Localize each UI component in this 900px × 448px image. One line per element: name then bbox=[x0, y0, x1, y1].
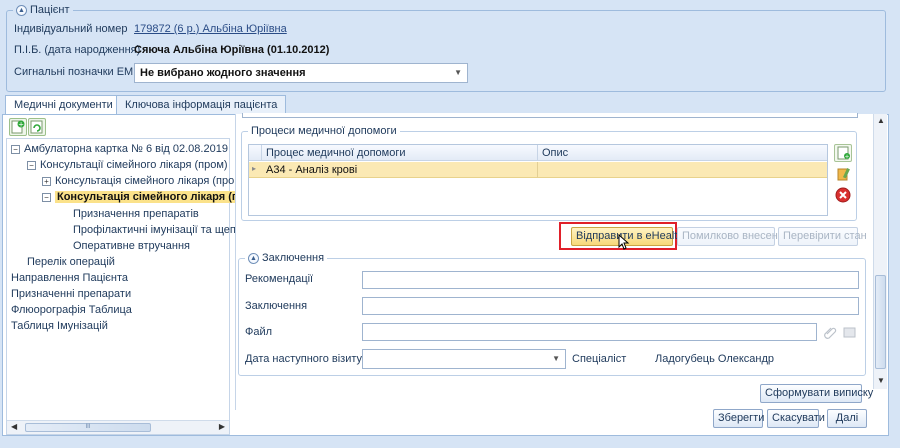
hscroll-thumb[interactable]: III bbox=[25, 423, 151, 432]
add-document-icon[interactable]: + bbox=[9, 118, 27, 136]
scroll-down-icon[interactable]: ▼ bbox=[877, 376, 885, 385]
chevron-down-icon[interactable]: ▼ bbox=[552, 354, 560, 363]
content-vscrollbar[interactable]: ▲ ▼ bbox=[873, 114, 887, 389]
tree-item-consultation-1[interactable]: + Консультація сімейного лікаря (пром bbox=[42, 175, 242, 187]
col-description-header[interactable]: Опис bbox=[542, 147, 568, 159]
refresh-document-icon[interactable] bbox=[28, 118, 46, 136]
attach-file-icon[interactable] bbox=[821, 323, 839, 341]
file-label: Файл bbox=[245, 326, 273, 338]
recommendations-input[interactable] bbox=[362, 271, 859, 289]
row-pointer-icon: ▸ bbox=[252, 164, 257, 173]
specialist-label: Спеціаліст bbox=[572, 353, 627, 365]
patient-name: Сяюча Альбіна Юріївна (01.10.2012) bbox=[134, 44, 330, 56]
col-divider bbox=[537, 145, 538, 161]
delete-process-icon[interactable] bbox=[834, 186, 852, 204]
cut-off-field bbox=[242, 113, 858, 118]
tree-item-ambulatory-card[interactable]: − Амбулаторна картка № 6 від 02.08.2019 bbox=[11, 143, 228, 155]
mistaken-entry-button[interactable]: Помилково внесена bbox=[677, 227, 784, 246]
signal-value: Не вибрано жодного значення bbox=[140, 67, 306, 79]
expand-node-icon[interactable]: + bbox=[42, 176, 51, 186]
conclusion-legend: Заключення bbox=[262, 252, 325, 264]
scroll-up-icon[interactable]: ▲ bbox=[877, 116, 885, 125]
patient-group: ▲ Пацієнт Індивідуальний номер 179872 (6… bbox=[6, 3, 886, 92]
form-extract-button[interactable]: Сформувати виписку bbox=[760, 384, 873, 403]
col-divider bbox=[537, 162, 538, 178]
check-status-button[interactable]: Перевірити стан bbox=[778, 227, 867, 246]
tree-item-prescriptions[interactable]: Призначення препаратів bbox=[73, 208, 199, 220]
tab-medical-documents[interactable]: Медичні документи bbox=[5, 95, 122, 115]
name-label: П.І.Б. (дата народження) bbox=[14, 44, 141, 56]
specialist-value: Ладогубець Олександр bbox=[655, 353, 775, 365]
svg-text:+: + bbox=[18, 121, 24, 129]
row-process-cell: А34 - Аналіз крові bbox=[266, 164, 358, 176]
tree-item-referral[interactable]: Направлення Пацієнта bbox=[11, 272, 128, 284]
cancel-button[interactable]: Скасувати bbox=[767, 409, 825, 428]
recommendations-label: Рекомендації bbox=[245, 273, 314, 285]
grid-row-indicator-header bbox=[249, 145, 262, 161]
id-label: Індивідуальний номер bbox=[14, 23, 128, 35]
tree-item-immunizations[interactable]: Профілактичні імунізації та щепле bbox=[73, 224, 248, 236]
next-button[interactable]: Далі bbox=[827, 409, 867, 428]
signal-select[interactable]: Не вибрано жодного значення ▼ bbox=[134, 63, 468, 83]
vscroll-thumb[interactable] bbox=[875, 275, 886, 369]
edit-process-icon[interactable] bbox=[834, 165, 852, 183]
patient-id-link[interactable]: 179872 (6 р.) Альбіна Юріївна bbox=[134, 23, 287, 35]
collapse-node-icon[interactable]: − bbox=[11, 144, 20, 154]
save-file-icon[interactable] bbox=[840, 323, 858, 341]
processes-legend: Процеси медичної допомоги bbox=[248, 124, 400, 138]
tree-hscrollbar[interactable]: ◀ III ▶ bbox=[7, 420, 229, 434]
tree-item-immunization-table[interactable]: Таблиця Імунізацій bbox=[11, 320, 108, 332]
tree-item-consultations[interactable]: − Консультації сімейного лікаря (пром) bbox=[27, 159, 228, 171]
tab-key-info[interactable]: Ключова інформація пацієнта bbox=[116, 95, 287, 114]
collapse-node-icon[interactable]: − bbox=[27, 160, 36, 170]
patient-legend: Пацієнт bbox=[30, 4, 70, 16]
save-button[interactable]: Зберегти bbox=[713, 409, 764, 428]
processes-grid: Процес медичної допомоги Опис ▸ А34 - Ан… bbox=[248, 144, 828, 216]
grid-header: Процес медичної допомоги Опис bbox=[249, 145, 827, 161]
signal-label: Сигнальні позначки ЕМК bbox=[14, 66, 140, 78]
tree-item-fluorography[interactable]: Флюорографія Таблица bbox=[11, 304, 132, 316]
tree-item-prescribed-drugs[interactable]: Призначенні препарати bbox=[11, 288, 131, 300]
col-process-header[interactable]: Процес медичної допомоги bbox=[266, 147, 405, 159]
next-visit-date[interactable]: ▼ bbox=[362, 349, 566, 369]
tree-item-consultation-selected[interactable]: − Консультація сімейного лікаря (пр bbox=[42, 191, 248, 203]
collapse-icon[interactable]: ▲ bbox=[16, 4, 27, 16]
table-row[interactable]: ▸ А34 - Аналіз крові bbox=[249, 162, 827, 178]
scroll-left-icon[interactable]: ◀ bbox=[11, 422, 17, 431]
cursor-icon bbox=[618, 234, 630, 250]
add-process-icon[interactable]: + bbox=[834, 144, 852, 162]
conclusion-input[interactable] bbox=[362, 297, 859, 315]
file-input[interactable] bbox=[362, 323, 817, 341]
svg-text:+: + bbox=[844, 153, 849, 160]
processes-group: Процеси медичної допомоги Процес медично… bbox=[241, 124, 857, 221]
chevron-down-icon: ▼ bbox=[454, 68, 462, 77]
document-tree: − Амбулаторна картка № 6 від 02.08.2019 … bbox=[6, 138, 248, 435]
next-visit-label: Дата наступного візиту bbox=[245, 353, 362, 365]
collapse-icon[interactable]: ▲ bbox=[248, 252, 259, 264]
conclusion-group: ▲ Заключення Рекомендації Заключення Фай… bbox=[238, 251, 866, 376]
tree-item-operations-list[interactable]: Перелік операцій bbox=[27, 256, 115, 268]
tree-item-surgery[interactable]: Оперативне втручання bbox=[73, 240, 190, 252]
collapse-node-icon[interactable]: − bbox=[42, 192, 51, 202]
conclusion-label: Заключення bbox=[245, 300, 308, 312]
scroll-right-icon[interactable]: ▶ bbox=[219, 422, 225, 431]
